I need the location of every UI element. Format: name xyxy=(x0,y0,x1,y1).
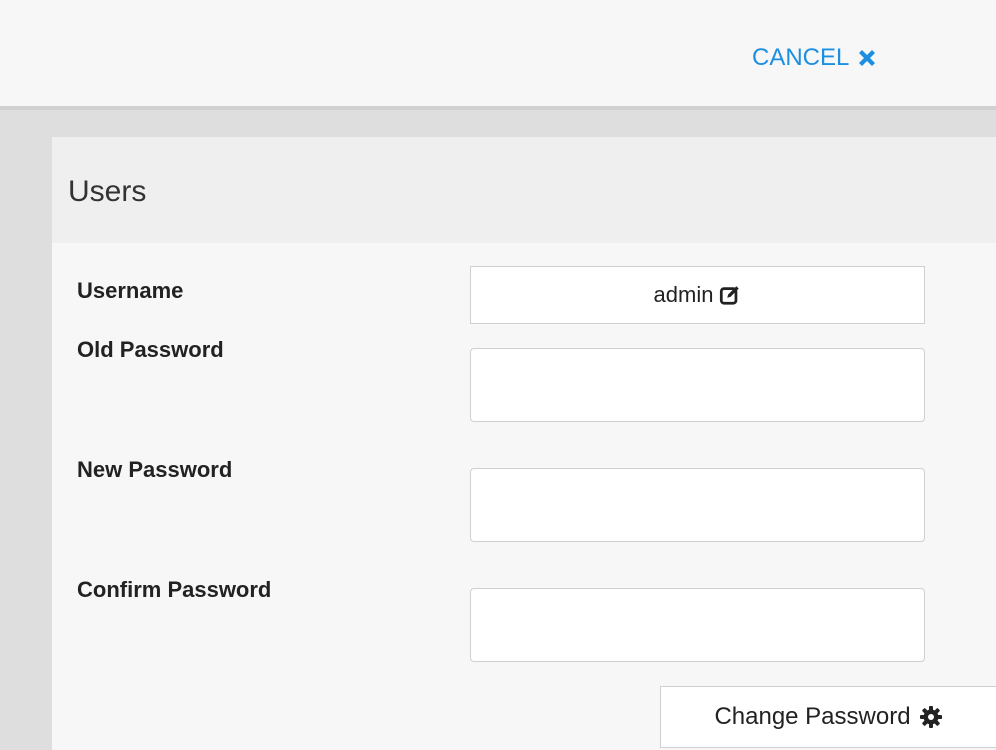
new-password-label: New Password xyxy=(77,457,233,482)
cancel-button[interactable]: CANCEL xyxy=(752,44,879,72)
new-password-input[interactable] xyxy=(470,468,925,542)
page-title: Users xyxy=(68,175,147,208)
username-label: Username xyxy=(77,278,184,303)
old-password-input[interactable] xyxy=(470,348,925,422)
username-value: admin xyxy=(653,282,714,307)
edit-icon xyxy=(720,286,740,305)
change-password-label: Change Password xyxy=(714,703,911,730)
confirm-password-label: Confirm Password xyxy=(77,577,272,602)
cancel-label: CANCEL xyxy=(752,44,850,71)
confirm-password-input[interactable] xyxy=(470,588,925,662)
old-password-label: Old Password xyxy=(77,337,224,362)
top-bar: CANCEL xyxy=(0,0,996,110)
username-field[interactable]: admin xyxy=(470,266,925,324)
users-panel: Users Username admin Old Password New Pa… xyxy=(52,137,996,750)
change-password-button[interactable]: Change Password xyxy=(660,686,996,748)
gear-icon xyxy=(919,706,942,728)
panel-heading: Users xyxy=(52,137,996,243)
close-icon xyxy=(859,50,876,66)
